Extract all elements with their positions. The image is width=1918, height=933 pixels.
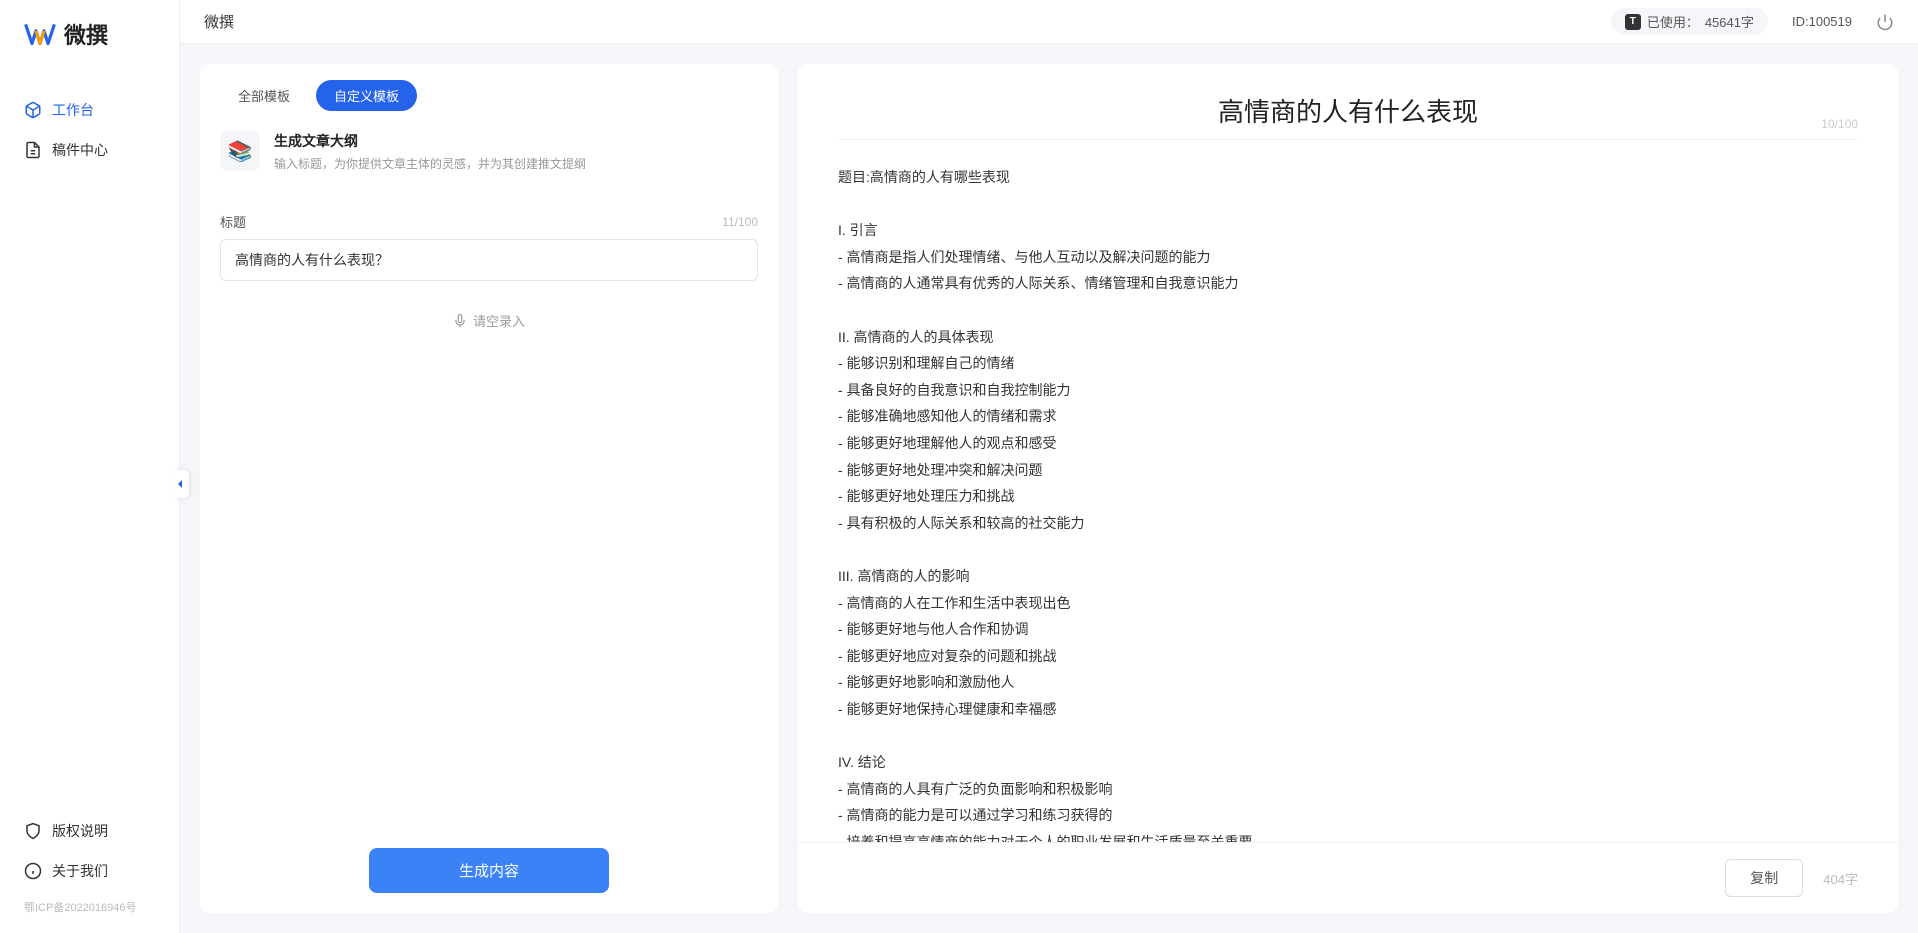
logo-text: 微撰 (64, 18, 108, 50)
usage-value: 45641字 (1705, 12, 1754, 31)
title-char-count: 11/100 (722, 215, 758, 229)
template-title: 生成文章大纲 (274, 131, 586, 151)
copy-button[interactable]: 复制 (1725, 859, 1803, 897)
content: 全部模板 自定义模板 📚 生成文章大纲 输入标题，为你提供文章主体的灵感，并为其… (180, 44, 1918, 933)
logo-icon (24, 18, 56, 50)
mic-icon (453, 314, 467, 328)
usage-label: 已使用： (1647, 12, 1699, 31)
logo: 微撰 (0, 18, 179, 90)
nav-copyright[interactable]: 版权说明 (24, 811, 155, 851)
shield-icon (24, 822, 42, 840)
sidebar-bottom: 版权说明 关于我们 (0, 811, 179, 891)
sidebar: 微撰 工作台 稿件中心 版权说明 关于我们 鄂ICP备2022016946号 (0, 0, 180, 933)
template-card: 📚 生成文章大纲 输入标题，为你提供文章主体的灵感，并为其创建推文提纲 (200, 111, 778, 192)
voice-input-button[interactable]: 请空录入 (220, 311, 758, 330)
nav-label: 版权说明 (52, 821, 108, 841)
document-icon (24, 141, 42, 159)
main-nav: 工作台 稿件中心 (0, 90, 179, 811)
output-title: 高情商的人有什么表现 (838, 92, 1858, 129)
output-footer: 复制 404字 (798, 842, 1898, 913)
page-title: 微撰 (204, 11, 234, 32)
output-header: 高情商的人有什么表现 10/100 (798, 64, 1898, 139)
title-label: 标题 (220, 212, 246, 231)
topbar: 微撰 T 已使用： 45641字 ID:100519 (180, 0, 1918, 44)
output-title-count: 10/100 (1821, 117, 1858, 131)
usage-badge: T 已使用： 45641字 (1611, 8, 1768, 35)
output-body[interactable]: 题目:高情商的人有哪些表现 I. 引言 - 高情商是指人们处理情绪、与他人互动以… (798, 140, 1898, 842)
template-icon: 📚 (220, 131, 260, 171)
nav-drafts[interactable]: 稿件中心 (0, 130, 179, 170)
nav-label: 稿件中心 (52, 140, 108, 160)
tab-all-templates[interactable]: 全部模板 (220, 80, 308, 111)
tab-custom-templates[interactable]: 自定义模板 (316, 80, 417, 111)
main: 微撰 T 已使用： 45641字 ID:100519 全部模板 自定义模板 (180, 0, 1918, 933)
nav-label: 工作台 (52, 100, 94, 120)
nav-about[interactable]: 关于我们 (24, 851, 155, 891)
sidebar-collapse-handle[interactable] (171, 470, 189, 498)
title-input[interactable] (220, 239, 758, 281)
word-count: 404字 (1823, 869, 1858, 888)
icp-text: 鄂ICP备2022016946号 (0, 891, 179, 915)
output-panel: 高情商的人有什么表现 10/100 题目:高情商的人有哪些表现 I. 引言 - … (798, 64, 1898, 913)
info-icon (24, 862, 42, 880)
nav-workbench[interactable]: 工作台 (0, 90, 179, 130)
generate-button[interactable]: 生成内容 (369, 848, 609, 893)
topbar-right: T 已使用： 45641字 ID:100519 (1611, 8, 1894, 35)
form-section: 标题 11/100 请空录入 (200, 192, 778, 828)
chevron-left-icon (175, 479, 185, 489)
power-icon[interactable] (1876, 13, 1894, 31)
voice-input-label: 请空录入 (473, 311, 525, 330)
nav-label: 关于我们 (52, 861, 108, 881)
cube-icon (24, 101, 42, 119)
token-icon: T (1625, 14, 1641, 30)
input-panel: 全部模板 自定义模板 📚 生成文章大纲 输入标题，为你提供文章主体的灵感，并为其… (200, 64, 778, 913)
template-tabs: 全部模板 自定义模板 (200, 64, 778, 111)
template-desc: 输入标题，为你提供文章主体的灵感，并为其创建推文提纲 (274, 155, 586, 172)
user-id: ID:100519 (1792, 14, 1852, 29)
